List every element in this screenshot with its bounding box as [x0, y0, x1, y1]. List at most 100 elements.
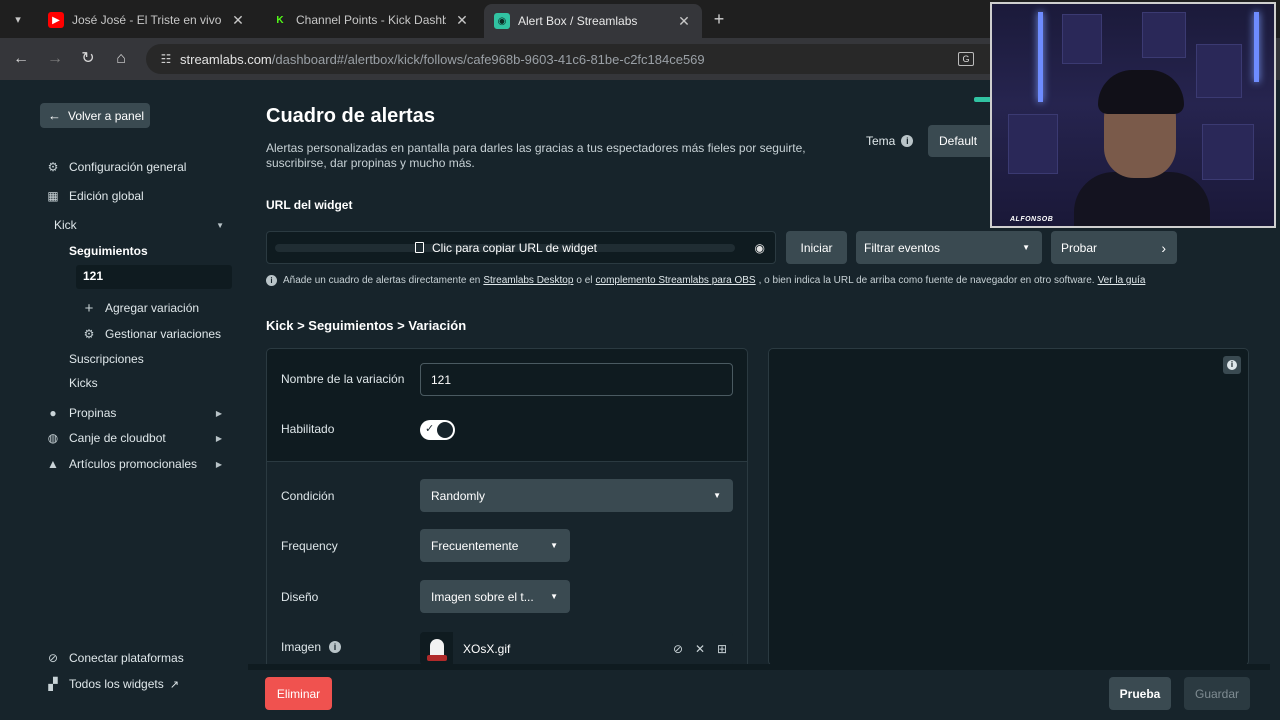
gallery-grid-icon[interactable]: ⊞: [711, 642, 733, 656]
tab-search-chevron-icon[interactable]: ▾: [6, 7, 30, 31]
preview-info-button[interactable]: i: [1223, 356, 1241, 374]
wall-poster: [1008, 114, 1058, 174]
sidebar: ← Volver a panel ⚙ Configuración general…: [0, 80, 248, 720]
tab-streamlabs[interactable]: ◉ Alert Box / Streamlabs ✕: [484, 4, 702, 38]
forward-arrow-icon[interactable]: →: [44, 48, 66, 70]
condition-select[interactable]: Randomly ▼: [420, 479, 733, 512]
sidebar-item-label: Artículos promocionales: [69, 457, 198, 471]
info-icon: i: [1227, 360, 1237, 370]
home-icon[interactable]: ⌂: [110, 48, 132, 70]
image-picker[interactable]: XOsX.gif ⊘ ✕ ⊞: [420, 632, 733, 665]
grid-icon: ▦: [47, 189, 59, 203]
breadcrumb: Kick > Seguimientos > Variación: [266, 318, 467, 333]
variation-name-label: Nombre de la variación: [281, 372, 405, 386]
eye-icon[interactable]: ◉: [755, 241, 765, 255]
enabled-toggle[interactable]: ✓: [420, 420, 455, 440]
plus-icon: +: [84, 299, 94, 317]
chevron-right-icon: ›: [1161, 239, 1166, 256]
filter-events-dropdown[interactable]: Filtrar eventos ▼: [856, 231, 1042, 264]
sidebar-item-label: Conectar plataformas: [69, 651, 184, 665]
theme-label-text: Tema: [866, 134, 896, 148]
back-to-panel-label: Volver a panel: [68, 108, 145, 123]
tab-title: Alert Box / Streamlabs: [518, 14, 638, 28]
sidebar-item-label: Todos los widgets: [69, 677, 164, 691]
close-icon[interactable]: ✕: [230, 12, 246, 29]
delete-button[interactable]: Eliminar: [265, 677, 332, 710]
arrow-left-icon: ←: [48, 108, 61, 123]
obs-plugin-link[interactable]: complemento Streamlabs para OBS: [596, 275, 756, 286]
frequency-label: Frequency: [281, 539, 338, 553]
url-text: streamlabs.com/dashboard#/alertbox/kick/…: [180, 51, 705, 67]
sidebar-item-kick[interactable]: Kick ▼: [54, 215, 232, 235]
sidebar-item-follows[interactable]: Seguimientos: [69, 244, 148, 258]
wall-poster: [1062, 14, 1102, 64]
save-button[interactable]: Guardar: [1184, 677, 1250, 710]
info-icon[interactable]: i: [329, 641, 342, 653]
info-icon: i: [266, 275, 277, 286]
frequency-select[interactable]: Frecuentemente ▼: [420, 529, 570, 562]
external-link-icon: ↗: [169, 678, 179, 691]
image-filename: XOsX.gif: [463, 641, 511, 656]
test-button[interactable]: Probar ›: [1051, 231, 1177, 264]
person-beanie: [1098, 70, 1184, 114]
sidebar-item-general-settings[interactable]: ⚙ Configuración general: [46, 157, 187, 177]
webcam-tag: ALFONSOB: [1010, 216, 1054, 223]
frequency-value: Frecuentemente: [431, 538, 519, 553]
caret-down-icon: ▼: [216, 220, 224, 230]
link-icon: ⊘: [47, 651, 59, 665]
streamlabs-icon: ◉: [494, 13, 510, 29]
widget-url-field[interactable]: Clic para copiar URL de widget ◉: [266, 231, 776, 264]
caret-right-icon: ▶: [215, 433, 222, 443]
sidebar-item-all-widgets[interactable]: ▞ Todos los widgets ↗: [46, 674, 179, 694]
hint-text: o el: [576, 275, 593, 286]
guide-link[interactable]: Ver la guía: [1098, 275, 1146, 286]
condition-label: Condición: [281, 489, 335, 503]
sidebar-item-variation-selected[interactable]: 121: [76, 265, 232, 289]
translate-icon[interactable]: G: [958, 52, 974, 66]
hint-text: Añade un cuadro de alertas directamente …: [283, 275, 481, 286]
close-icon[interactable]: ✕: [689, 642, 711, 656]
sidebar-item-tips[interactable]: ● Propinas ▶: [46, 403, 224, 423]
widget-url-label: URL del widget: [266, 198, 353, 212]
site-info-icon[interactable]: ☷: [152, 52, 180, 66]
sidebar-item-subscriptions[interactable]: Suscripciones: [69, 352, 144, 366]
add-variation-label: Agregar variación: [105, 301, 200, 315]
start-button[interactable]: Iniciar: [786, 231, 847, 264]
reload-icon[interactable]: ↻: [77, 48, 99, 70]
gear-icon: ⚙: [83, 327, 95, 341]
url-omnibox[interactable]: ☷ streamlabs.com/dashboard#/alertbox/kic…: [146, 44, 1026, 74]
add-variation-button[interactable]: + Agregar variación: [82, 298, 199, 318]
page-title: Cuadro de alertas: [266, 105, 435, 127]
sidebar-item-global-edit[interactable]: ▦ Edición global: [46, 186, 143, 206]
link-icon[interactable]: ⊘: [667, 642, 689, 656]
widget-hint: i Añade un cuadro de alertas directament…: [266, 275, 1148, 286]
caret-right-icon: ▶: [215, 459, 222, 469]
sidebar-item-label: 121: [83, 269, 104, 283]
test-alert-button[interactable]: Prueba: [1109, 677, 1171, 710]
enabled-label: Habilitado: [281, 422, 335, 436]
sidebar-item-connect-platforms[interactable]: ⊘ Conectar plataformas: [46, 648, 184, 668]
streamlabs-desktop-link[interactable]: Streamlabs Desktop: [483, 275, 573, 286]
sidebar-item-kicks[interactable]: Kicks: [69, 376, 98, 390]
new-tab-icon[interactable]: +: [708, 8, 730, 30]
tab-youtube[interactable]: ▶ José José - El Triste en vivo - You ✕: [38, 5, 256, 35]
variation-name-input[interactable]: 121: [420, 363, 733, 396]
webcam-overlay: ALFONSOB: [990, 2, 1276, 228]
back-to-panel-button[interactable]: ← Volver a panel: [40, 103, 150, 128]
sidebar-item-label: Configuración general: [69, 160, 187, 174]
sidebar-item-label: Canje de cloudbot: [69, 431, 166, 445]
info-icon[interactable]: i: [901, 135, 914, 147]
manage-variations-button[interactable]: ⚙ Gestionar variaciones: [82, 324, 221, 344]
back-arrow-icon[interactable]: ←: [10, 48, 32, 70]
close-icon[interactable]: ✕: [454, 12, 470, 29]
gear-icon: ⚙: [47, 160, 59, 174]
copy-url-button[interactable]: Clic para copiar URL de widget: [415, 241, 597, 255]
image-label-text: Imagen: [281, 640, 322, 654]
close-icon[interactable]: ✕: [676, 13, 692, 30]
toggle-knob: [437, 422, 453, 438]
design-select[interactable]: Imagen sobre el t... ▼: [420, 580, 570, 613]
sidebar-item-merch[interactable]: ▲ Artículos promocionales ▶: [46, 454, 224, 474]
tab-kick[interactable]: K Channel Points - Kick Dashboard ✕: [262, 5, 480, 35]
design-label: Diseño: [281, 590, 319, 604]
sidebar-item-cloudbot[interactable]: ◍ Canje de cloudbot ▶: [46, 428, 224, 448]
